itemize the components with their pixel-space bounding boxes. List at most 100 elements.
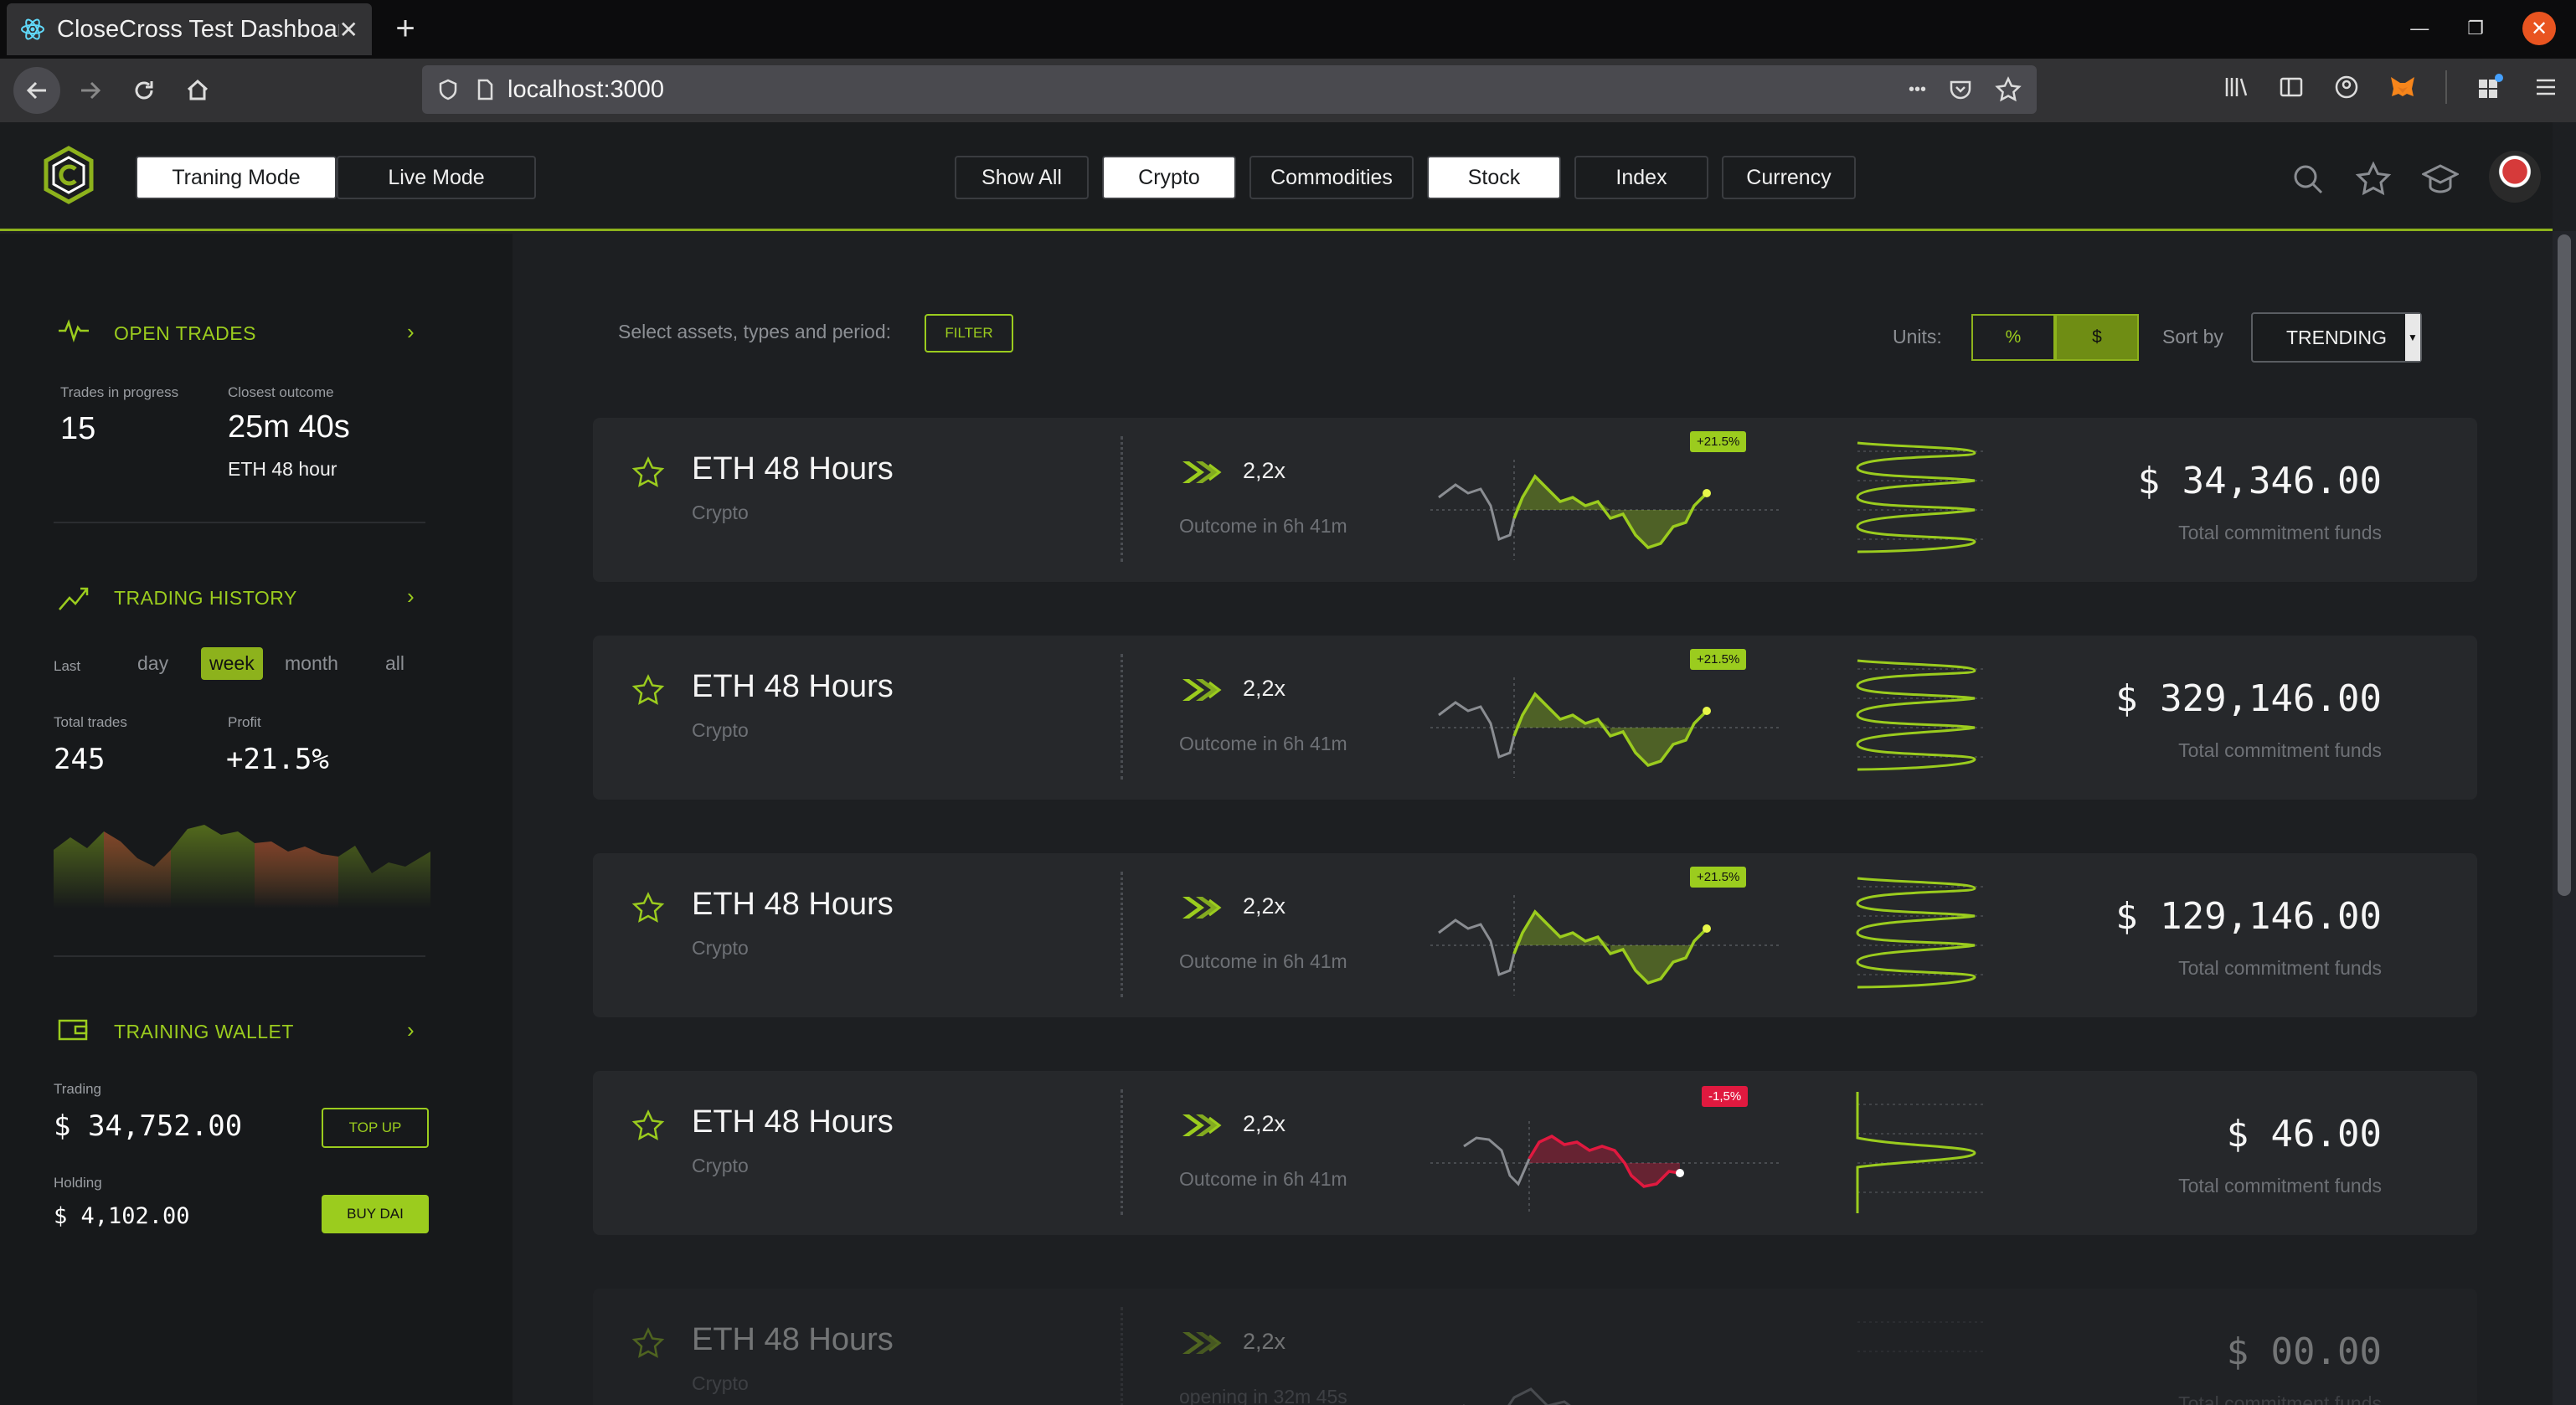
menu-icon[interactable] [2532,74,2559,100]
extensions-icon[interactable] [2476,73,2504,101]
trend-up-icon [59,587,89,610]
top-up-button[interactable]: TOP UP [322,1108,429,1148]
trading-history-chevron-icon[interactable]: › [407,584,415,610]
shield-icon[interactable] [437,79,459,100]
asset-card[interactable]: ETH 48 Hours Crypto 2,2x Outcome in 6h 4… [593,853,2477,1017]
category-button-index[interactable]: Index [1574,156,1708,199]
favorite-star-icon[interactable] [631,674,665,708]
category-button-crypto[interactable]: Crypto [1102,156,1236,199]
library-icon[interactable] [2223,74,2249,100]
url-bar[interactable]: localhost:3000 ••• [422,65,2037,114]
open-trades-chevron-icon[interactable]: › [407,319,415,345]
unit-dollar-button[interactable]: $ [2055,314,2139,361]
asset-card[interactable]: ETH 48 Hours Crypto 2,2x opening in 32m … [593,1289,2477,1405]
url-text[interactable]: localhost:3000 [507,76,1909,104]
divider [54,522,425,523]
close-window-icon[interactable]: ✕ [2522,12,2556,45]
pocket-icon[interactable] [1948,77,1973,102]
bookmark-star-icon[interactable] [1995,76,2022,103]
favorite-star-icon[interactable] [631,1327,665,1361]
trades-in-progress-label: Trades in progress [60,384,179,400]
commitment-amount: $ 329,146.00 [2115,677,2382,720]
asset-name: ETH 48 Hours [692,451,894,486]
metamask-icon[interactable] [2388,73,2417,101]
mode-button-traning-mode[interactable]: Traning Mode [136,156,337,199]
training-wallet-chevron-icon[interactable]: › [407,1017,415,1043]
browser-toolbar [2223,70,2559,104]
period-all[interactable]: all [385,652,404,675]
commitment-amount: $ 34,346.00 [2137,460,2382,502]
close-tab-icon[interactable]: ✕ [339,16,358,44]
filter-label: Select assets, types and period: [618,321,892,342]
period-day[interactable]: day [137,652,168,675]
outcome-text: Outcome in 6h 41m [1179,515,1347,537]
sort-select[interactable]: TRENDING ▼ [2251,312,2422,363]
card-divider [1121,872,1123,997]
change-badge: +21.5% [1690,431,1747,452]
app-header: Traning Mode Live Mode Show All Crypto Comm… [0,122,2553,231]
category-button-show-all[interactable]: Show All [955,156,1089,199]
card-divider [1121,654,1123,780]
card-divider [1121,436,1123,562]
unit-percent-button[interactable]: % [1971,314,2055,361]
closecross-logo-icon[interactable] [42,146,95,204]
commitment-amount: $ 129,146.00 [2115,895,2382,938]
history-sparkline [54,825,430,908]
asset-type: Crypto [692,1155,749,1176]
caret-down-icon: ▼ [2405,314,2420,361]
avatar[interactable] [2489,151,2541,203]
distribution-chart [1856,877,1983,989]
sidebar-icon[interactable] [2278,74,2305,100]
page-actions-icon[interactable]: ••• [1909,80,1926,100]
home-icon[interactable] [178,70,218,111]
change-badge: +21.5% [1690,867,1747,888]
favorite-star-icon[interactable] [631,892,665,925]
leverage-value: 2,2x [1243,1111,1286,1136]
search-icon[interactable] [2290,161,2326,198]
leverage-value: 2,2x [1243,676,1286,701]
asset-card[interactable]: ETH 48 Hours Crypto 2,2x Outcome in 6h 4… [593,1071,2477,1235]
scrollbar-thumb[interactable] [2558,234,2571,896]
reload-icon[interactable] [124,70,164,111]
scrollbar[interactable] [2553,231,2576,1405]
mode-button-live-mode[interactable]: Live Mode [337,156,536,199]
filter-button[interactable]: FILTER [925,314,1013,353]
trades-in-progress-value: 15 [60,411,96,446]
training-wallet-title[interactable]: TRAINING WALLET [114,1021,294,1043]
outcome-text: Outcome in 6h 41m [1179,950,1347,972]
education-cap-icon[interactable] [2422,161,2459,198]
account-icon[interactable] [2333,74,2360,100]
open-trades-title[interactable]: OPEN TRADES [114,322,256,345]
period-month[interactable]: month [285,652,338,675]
browser-navbar: localhost:3000 ••• [0,59,2576,122]
new-tab-button[interactable]: + [387,10,424,47]
forward-icon[interactable] [70,70,111,111]
favorite-star-icon[interactable] [631,1109,665,1143]
favorites-star-icon[interactable] [2355,161,2392,198]
category-button-commodities[interactable]: Commodities [1249,156,1414,199]
window-controls: — ❐ ✕ [2410,12,2556,45]
asset-sparkline [1462,1387,1571,1405]
asset-name: ETH 48 Hours [692,1104,894,1140]
buy-dai-button[interactable]: BUY DAI [322,1195,429,1233]
category-button-currency[interactable]: Currency [1722,156,1856,199]
react-icon [21,18,44,40]
minimize-icon[interactable]: — [2410,18,2429,39]
browser-tab[interactable]: CloseCross Test Dashboard ✕ [7,3,372,55]
favorite-star-icon[interactable] [631,456,665,490]
period-week[interactable]: week [201,647,263,680]
asset-type: Crypto [692,502,749,523]
asset-card[interactable]: ETH 48 Hours Crypto 2,2x Outcome in 6h 4… [593,418,2477,582]
page-icon [477,79,493,100]
outcome-text: opening in 32m 45s [1179,1386,1347,1405]
commitment-label: Total commitment funds [2178,1175,2382,1197]
asset-type: Crypto [692,937,749,959]
commitment-label: Total commitment funds [2178,957,2382,979]
trading-history-title[interactable]: TRADING HISTORY [114,587,297,610]
restore-icon[interactable]: ❐ [2467,18,2484,39]
asset-card[interactable]: ETH 48 Hours Crypto 2,2x Outcome in 6h 4… [593,636,2477,800]
category-button-stock[interactable]: Stock [1427,156,1561,199]
back-icon[interactable] [13,67,60,114]
total-trades-value: 245 [54,743,106,776]
asset-type: Crypto [692,719,749,741]
